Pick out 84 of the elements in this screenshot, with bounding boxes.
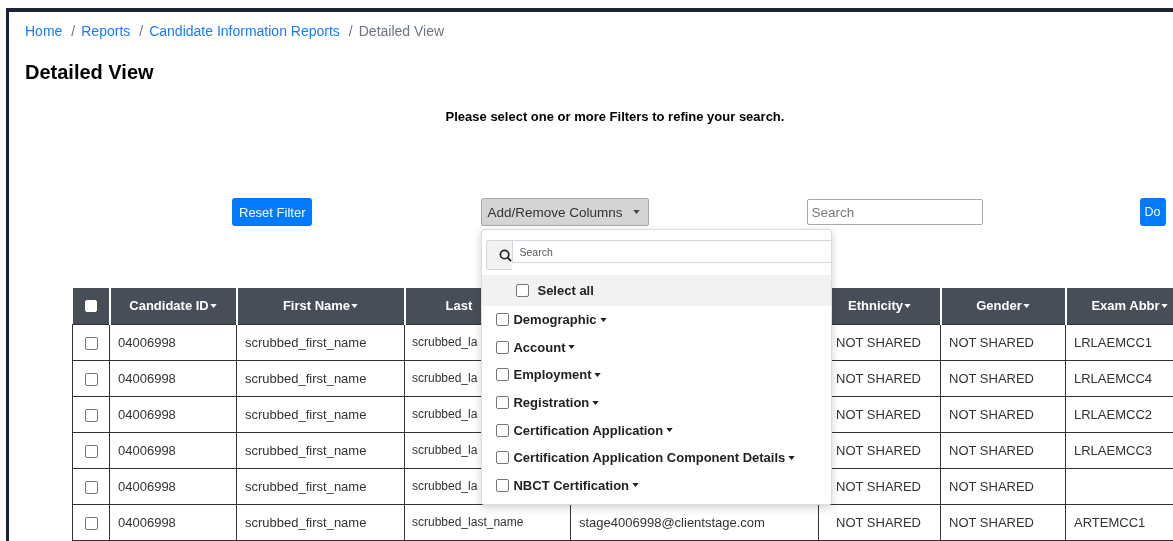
download-button[interactable]: Do (1139, 198, 1166, 226)
table-cell: scrubbed_first_name (245, 370, 367, 386)
caret-icon (632, 483, 640, 488)
table-cell: scrubbed_first_name (245, 514, 367, 530)
column-header[interactable]: Gender (976, 298, 1030, 314)
table-cell: scrubbed_last_name (412, 514, 524, 529)
table-cell: scrubbed_first_name (245, 334, 367, 350)
search-button[interactable] (486, 240, 513, 270)
column-group-toggle[interactable]: Certification Application (513, 422, 674, 438)
table-cell: scrubbed_la (412, 406, 478, 421)
search-field[interactable]: Search (806, 199, 983, 225)
table-cell: NOT SHARED (836, 442, 921, 458)
table-cell: NOT SHARED (949, 406, 1034, 422)
table-cell: 04006998 (118, 334, 176, 350)
caret-icon (568, 345, 576, 350)
table-cell: 04006998 (118, 514, 176, 530)
table-cell: NOT SHARED (949, 370, 1034, 386)
breadcrumb-current: Detailed View (358, 23, 445, 39)
checkbox[interactable] (84, 408, 98, 422)
column-group-toggle[interactable]: Employment (513, 367, 602, 383)
table-cell: 04006998 (118, 370, 176, 386)
checkbox[interactable] (84, 336, 98, 350)
table-cell: NOT SHARED (949, 442, 1034, 458)
table-cell: stage4006998@clientstage.com (579, 514, 765, 530)
checkbox[interactable] (496, 478, 510, 492)
column-group-toggle[interactable]: Registration (513, 395, 600, 411)
table-cell: ARTEMCC1 (1074, 514, 1146, 530)
breadcrumb-separator: / (348, 23, 353, 39)
caret-icon (594, 373, 602, 377)
table-cell: NOT SHARED (836, 370, 921, 386)
caret-icon (632, 210, 640, 214)
table-cell: scrubbed_first_name (245, 442, 367, 458)
table-cell: LRLAEMCC1 (1074, 334, 1153, 350)
checkbox[interactable] (84, 480, 98, 494)
table-cell: scrubbed_la (412, 478, 478, 493)
table-cell: 04006998 (118, 478, 176, 494)
checkbox[interactable] (516, 284, 530, 297)
table-cell: NOT SHARED (949, 334, 1034, 350)
add-remove-columns-button[interactable]: Add/Remove Columns (481, 198, 649, 226)
table-cell: LRLAEMCC4 (1074, 370, 1153, 386)
table-cell: scrubbed_la (412, 442, 478, 457)
checkbox[interactable] (496, 423, 510, 437)
table-cell: NOT SHARED (949, 514, 1034, 530)
table-cell: scrubbed_la (412, 334, 478, 349)
caret-icon (788, 455, 796, 460)
column-group-toggle[interactable]: NBCT Certification (513, 477, 640, 493)
table-cell: LRLAEMCC3 (1074, 442, 1153, 458)
breadcrumb-link[interactable]: Home (25, 23, 63, 39)
checkbox[interactable] (496, 313, 510, 327)
breadcrumb-separator: / (71, 23, 76, 39)
table-cell: LRLAEMCC2 (1074, 406, 1153, 422)
breadcrumb-separator: / (139, 23, 144, 39)
table-cell: NOT SHARED (836, 406, 921, 422)
table-cell: scrubbed_first_name (245, 478, 367, 494)
column-header[interactable]: Last (445, 298, 473, 314)
search-field[interactable]: Search (512, 240, 832, 263)
select-all-label[interactable]: Select all (537, 283, 594, 298)
checkbox[interactable] (496, 451, 510, 465)
caret-icon (599, 317, 607, 322)
caret-icon (592, 400, 600, 405)
table-cell: 04006998 (118, 406, 176, 422)
table-cell: NOT SHARED (836, 334, 921, 350)
caret-icon (666, 428, 674, 433)
table-cell: NOT SHARED (836, 514, 921, 530)
checkbox[interactable] (496, 340, 510, 354)
breadcrumb-link[interactable]: Candidate Information Reports (149, 23, 340, 39)
table-cell: NOT SHARED (949, 478, 1034, 494)
table-cell: 04006998 (118, 442, 176, 458)
filter-instruction: Please select one or more Filters to refine your search. (444, 109, 786, 125)
checkbox[interactable] (84, 444, 98, 458)
table-cell: scrubbed_first_name (245, 406, 367, 422)
column-group-toggle[interactable]: Demographic (513, 312, 607, 328)
column-group-toggle[interactable]: Account (513, 339, 576, 355)
breadcrumb-link[interactable]: Reports (81, 23, 131, 39)
table-cell: NOT SHARED (836, 478, 921, 494)
reset-filter-button[interactable]: Reset Filter (232, 198, 313, 226)
checkbox[interactable] (84, 372, 98, 386)
table-cell: scrubbed_la (412, 370, 478, 385)
checkbox[interactable] (496, 396, 510, 410)
checkbox[interactable] (496, 368, 510, 382)
page-title: Detailed View (25, 60, 155, 84)
checkbox[interactable] (84, 516, 98, 530)
column-group-toggle[interactable]: Certification Application Component Details (513, 450, 796, 466)
search-icon (499, 248, 513, 262)
